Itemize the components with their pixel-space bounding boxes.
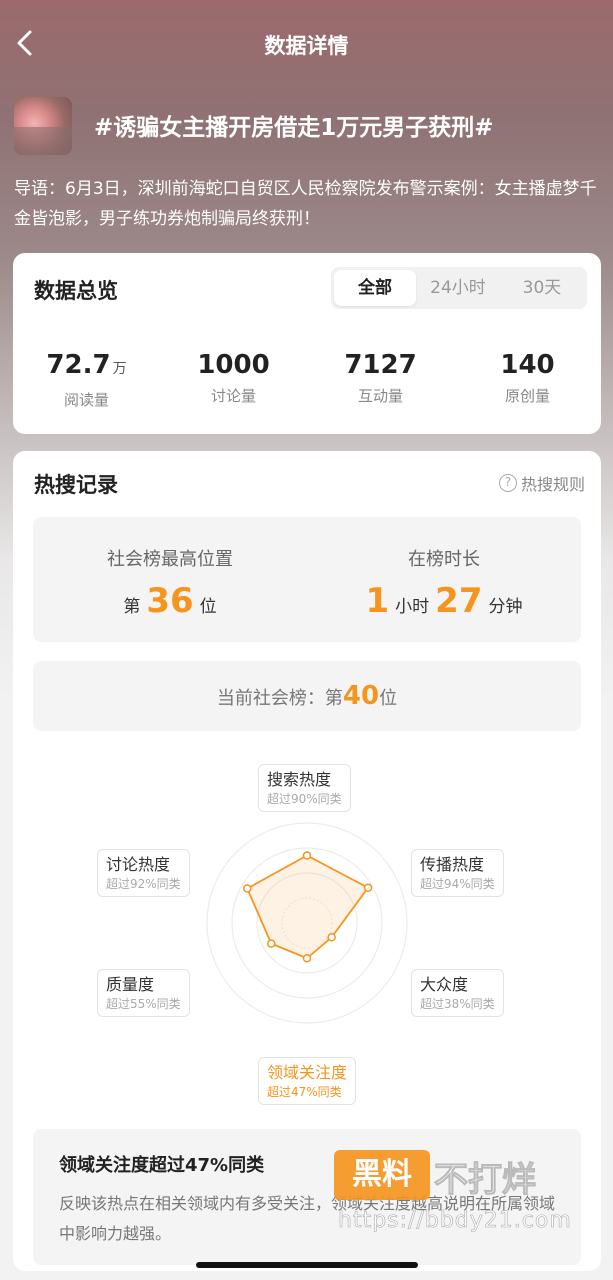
overview-title: 数据总览: [34, 279, 118, 303]
home-indicator: [196, 1262, 418, 1268]
stat-unit: 万: [112, 361, 127, 377]
peak-prefix: 第: [123, 597, 141, 617]
current-rank: 当前社会榜：第40位: [33, 661, 581, 731]
radar-point-0: [302, 851, 312, 860]
radar-tag-popularity[interactable]: 大众度 超过38%同类: [411, 969, 504, 1017]
topic-title: #诱骗女主播开房借走1万元男子获刑#: [94, 115, 494, 141]
radar-tag-name: 大众度: [420, 975, 469, 994]
stat-label: 互动量: [357, 387, 403, 405]
radar-tag-domain[interactable]: 领域关注度 超过47%同类: [258, 1057, 357, 1105]
hot-search-card: 热搜记录 ? 热搜规则 社会榜最高位置 第 36 位 在榜时长 1 小时 27 …: [13, 451, 601, 1271]
peak-label: 社会榜最高位置: [107, 549, 233, 570]
stat-value: 1000: [197, 350, 270, 380]
current-suffix: 位: [379, 688, 398, 709]
radar-point-1: [363, 883, 373, 892]
tab-30d[interactable]: 30天: [500, 270, 584, 306]
duration-hours: 1: [365, 581, 390, 621]
hours-unit: 小时: [395, 597, 430, 617]
stat-interactions: 7127 互动量: [307, 349, 454, 410]
radar-tag-sub: 超过47%同类: [267, 1085, 342, 1099]
watermark-logo: 黑料: [334, 1150, 430, 1200]
time-range-tabs: 全部 24小时 30天: [331, 267, 587, 309]
radar-point-5: [242, 884, 252, 893]
duration-label: 在榜时长: [408, 549, 480, 570]
stat-label: 原创量: [504, 387, 550, 405]
topic-thumbnail: [14, 97, 72, 155]
radar-tag-name: 搜索热度: [267, 770, 332, 789]
radar-tag-name: 传播热度: [420, 855, 485, 874]
tab-all[interactable]: 全部: [334, 270, 416, 306]
radar-tag-search[interactable]: 搜索热度 超过90%同类: [258, 764, 351, 812]
radar-tag-sub: 超过90%同类: [267, 792, 342, 806]
duration-on-list: 在榜时长 1 小时 27 分钟: [307, 517, 581, 619]
question-icon: ?: [498, 474, 517, 492]
rank-summary: 社会榜最高位置 第 36 位 在榜时长 1 小时 27 分钟: [33, 517, 581, 642]
radar-tag-sub: 超过55%同类: [106, 997, 181, 1011]
stat-value: 72.7: [46, 350, 111, 380]
radar-tag-name: 领域关注度: [267, 1063, 348, 1082]
hot-search-title: 热搜记录: [34, 473, 118, 497]
radar-area: [246, 854, 370, 960]
explanation-title: 领域关注度超过47%同类: [59, 1155, 265, 1176]
peak-value: 36: [146, 581, 194, 621]
stat-label: 讨论量: [210, 387, 256, 405]
page-title: 数据详情: [264, 34, 349, 58]
watermark-url: https://bbdy21.com: [338, 1208, 572, 1234]
tab-24h[interactable]: 24小时: [416, 270, 500, 306]
radar-chart: [206, 822, 408, 1024]
watermark: 黑料 不打烊 https://bbdy21.com: [334, 1150, 604, 1240]
stat-originals: 140 原创量: [454, 349, 601, 410]
radar-tag-sub: 超过92%同类: [106, 877, 181, 891]
stat-value: 7127: [344, 350, 417, 380]
radar-tag-discussion[interactable]: 讨论热度 超过92%同类: [97, 849, 190, 897]
current-prefix: 当前社会榜：第: [216, 688, 343, 709]
header: 数据详情: [0, 0, 613, 90]
peak-position: 社会榜最高位置 第 36 位: [33, 517, 307, 619]
stats-row: 72.7 万 阅读量 1000 讨论量 7127 互动量 140 原创量: [13, 349, 601, 410]
stat-discussions: 1000 讨论量: [160, 349, 307, 410]
minutes-unit: 分钟: [488, 597, 523, 617]
radar-point-2: [327, 933, 336, 942]
radar-point-4: [267, 939, 276, 948]
radar-point-3: [302, 954, 312, 963]
duration-minutes: 27: [435, 581, 483, 621]
radar-tag-name: 质量度: [106, 975, 155, 994]
stat-label: 阅读量: [63, 391, 109, 409]
stat-reads: 72.7 万 阅读量: [13, 349, 160, 410]
radar-tag-sub: 超过94%同类: [420, 877, 495, 891]
current-value: 40: [342, 681, 380, 711]
hot-search-rule-link[interactable]: ? 热搜规则: [498, 471, 585, 495]
rule-label: 热搜规则: [520, 475, 585, 494]
topic-lead: 导语：6月3日，深圳前海蛇口自贸区人民检察院发布警示案例：女主播虚梦千金皆泡影，…: [14, 179, 597, 229]
stat-value: 140: [500, 350, 555, 380]
peak-suffix: 位: [199, 597, 217, 617]
radar-tag-name: 讨论热度: [106, 855, 171, 874]
radar-tag-quality[interactable]: 质量度 超过55%同类: [97, 969, 190, 1017]
radar-tag-spread[interactable]: 传播热度 超过94%同类: [411, 849, 504, 897]
watermark-text: 不打烊: [434, 1160, 537, 1201]
radar-tag-sub: 超过38%同类: [420, 997, 495, 1011]
overview-card: 数据总览 全部 24小时 30天 72.7 万 阅读量 1000 讨论量 7127…: [13, 253, 601, 434]
